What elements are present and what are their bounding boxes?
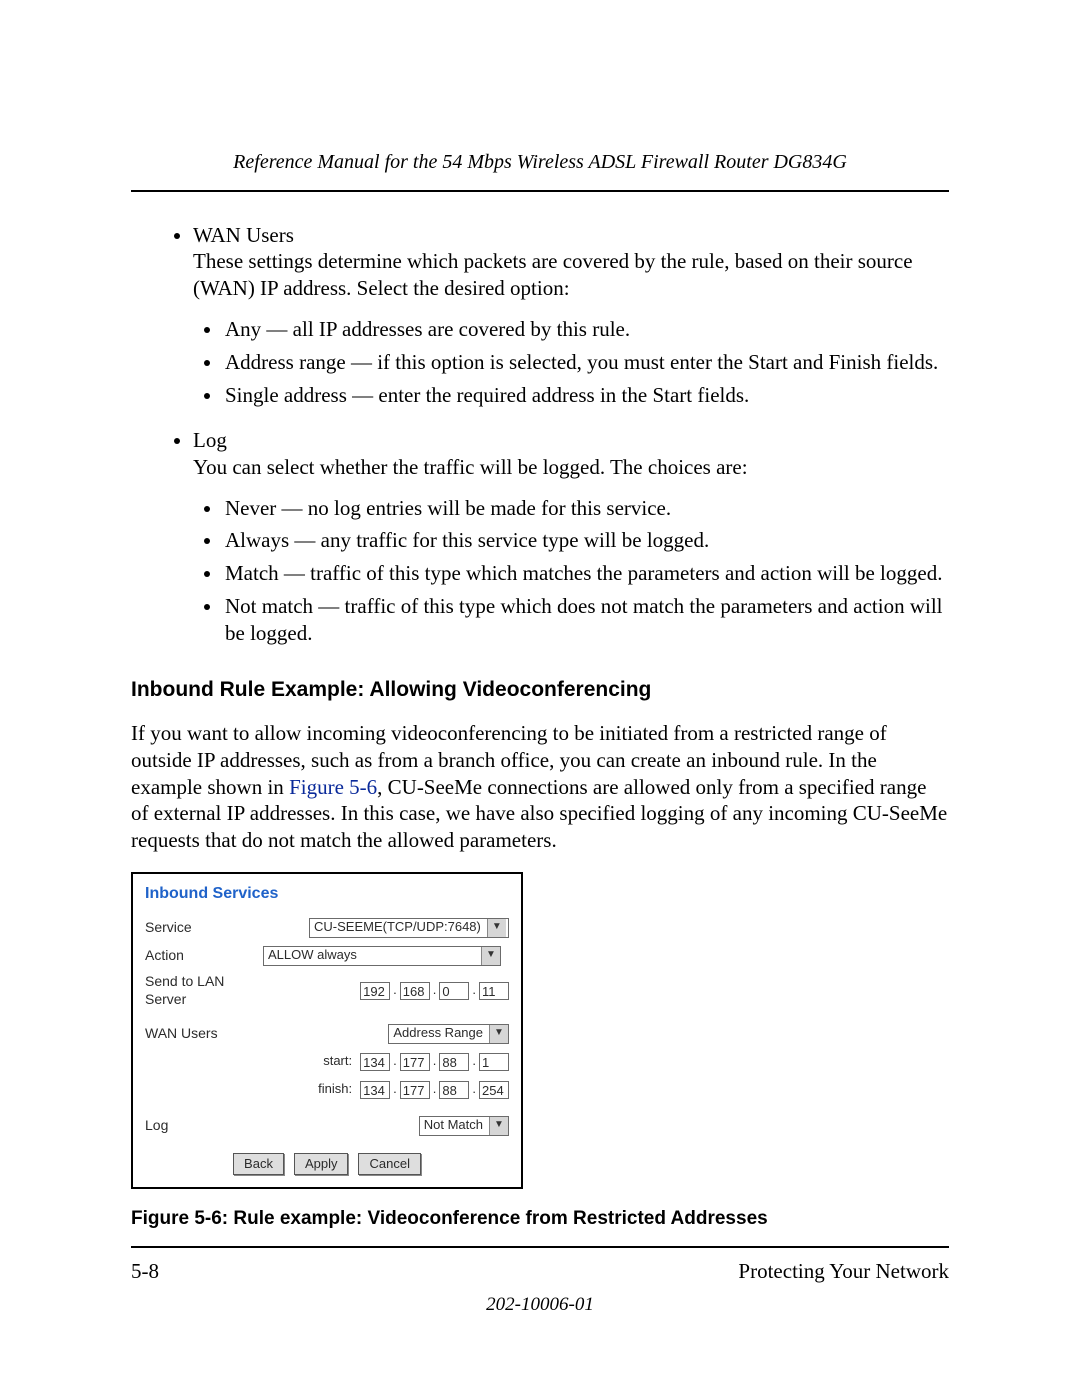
label-wan-users: WAN Users [145, 1025, 263, 1043]
bullet-log: Log You can select whether the traffic w… [193, 427, 949, 647]
page-number: 5-8 [131, 1258, 159, 1285]
dot: . [471, 982, 477, 999]
ip-octet-input[interactable]: 88 [439, 1081, 469, 1099]
ip-octet-input[interactable]: 177 [400, 1081, 430, 1099]
panel-title: Inbound Services [145, 884, 509, 904]
figure-caption: Figure 5-6: Rule example: Videoconferenc… [131, 1207, 949, 1231]
figure-crossref-link[interactable]: Figure 5-6 [289, 775, 377, 799]
select-value: CU-SEEME(TCP/UDP:7648) [310, 918, 487, 937]
inbound-services-panel: Inbound Services Service CU-SEEME(TCP/UD… [131, 872, 523, 1189]
bullet-wan-users: WAN Users These settings determine which… [193, 222, 949, 409]
row-ip-finish: finish: 134. 177. 88. 254 [145, 1079, 509, 1101]
dot: . [392, 982, 398, 999]
bullet-title: WAN Users [193, 222, 949, 249]
chevron-down-icon: ▼ [489, 1117, 508, 1135]
ip-octet-input[interactable]: 134 [360, 1053, 390, 1071]
chevron-down-icon: ▼ [481, 947, 500, 965]
row-wan-users: WAN Users Address Range ▼ [145, 1023, 509, 1045]
row-action: Action ALLOW always ▼ [145, 945, 509, 967]
bulleted-list: WAN Users These settings determine which… [131, 222, 949, 647]
label-finish: finish: [318, 1081, 352, 1098]
running-header: Reference Manual for the 54 Mbps Wireles… [131, 150, 949, 192]
dot: . [432, 1053, 438, 1070]
body-paragraph: If you want to allow incoming videoconfe… [131, 720, 949, 854]
bullet-desc: These settings determine which packets a… [193, 248, 949, 302]
dot: . [392, 1053, 398, 1070]
service-select[interactable]: CU-SEEME(TCP/UDP:7648) ▼ [309, 918, 509, 938]
ip-octet-input[interactable]: 11 [479, 982, 509, 1000]
dot: . [471, 1053, 477, 1070]
ip-octet-input[interactable]: 134 [360, 1081, 390, 1099]
row-log: Log Not Match ▼ [145, 1115, 509, 1137]
select-value: Not Match [420, 1116, 489, 1135]
ip-octet-input[interactable]: 254 [479, 1081, 509, 1099]
list-item: Address range — if this option is select… [223, 349, 949, 376]
button-row: Back Apply Cancel [145, 1153, 509, 1176]
finish-ip-input: 134. 177. 88. 254 [360, 1081, 509, 1099]
dot: . [432, 982, 438, 999]
ip-octet-input[interactable]: 168 [400, 982, 430, 1000]
log-select[interactable]: Not Match ▼ [419, 1116, 509, 1136]
dot: . [432, 1081, 438, 1098]
start-ip-input: 134. 177. 88. 1 [360, 1053, 509, 1071]
lan-ip-input: 192. 168. 0. 11 [360, 982, 509, 1000]
ip-octet-input[interactable]: 1 [479, 1053, 509, 1071]
list-item: Never — no log entries will be made for … [223, 495, 949, 522]
page-footer: 5-8 Protecting Your Network 202-10006-01 [131, 1246, 949, 1317]
wan-users-select[interactable]: Address Range ▼ [388, 1024, 509, 1044]
label-start: start: [323, 1053, 352, 1070]
list-item: Any — all IP addresses are covered by th… [223, 316, 949, 343]
label-action: Action [145, 947, 263, 965]
ip-octet-input[interactable]: 0 [439, 982, 469, 1000]
list-item: Single address — enter the required addr… [223, 382, 949, 409]
select-value: Address Range [389, 1024, 489, 1043]
wan-options-list: Any — all IP addresses are covered by th… [193, 316, 949, 409]
label-send-to-lan: Send to LAN Server [145, 973, 263, 1009]
row-ip-start: start: 134. 177. 88. 1 [145, 1051, 509, 1073]
label-service: Service [145, 919, 263, 937]
page: Reference Manual for the 54 Mbps Wireles… [0, 0, 1080, 1397]
list-item: Always — any traffic for this service ty… [223, 527, 949, 554]
list-item: Not match — traffic of this type which d… [223, 593, 949, 647]
dot: . [471, 1081, 477, 1098]
cancel-button[interactable]: Cancel [358, 1153, 420, 1176]
footer-section-title: Protecting Your Network [738, 1258, 949, 1285]
row-send-to-lan: Send to LAN Server 192. 168. 0. 11 [145, 973, 509, 1009]
label-log: Log [145, 1117, 263, 1135]
document-number: 202-10006-01 [131, 1293, 949, 1317]
bullet-desc: You can select whether the traffic will … [193, 454, 949, 481]
log-options-list: Never — no log entries will be made for … [193, 495, 949, 647]
footer-rule [131, 1246, 949, 1248]
row-service: Service CU-SEEME(TCP/UDP:7648) ▼ [145, 917, 509, 939]
ip-octet-input[interactable]: 88 [439, 1053, 469, 1071]
ip-octet-input[interactable]: 192 [360, 982, 390, 1000]
chevron-down-icon: ▼ [489, 1025, 508, 1043]
back-button[interactable]: Back [233, 1153, 284, 1176]
ip-octet-input[interactable]: 177 [400, 1053, 430, 1071]
apply-button[interactable]: Apply [294, 1153, 349, 1176]
chevron-down-icon: ▼ [487, 919, 506, 937]
section-heading: Inbound Rule Example: Allowing Videoconf… [131, 677, 949, 704]
list-item: Match — traffic of this type which match… [223, 560, 949, 587]
dot: . [392, 1081, 398, 1098]
action-select[interactable]: ALLOW always ▼ [263, 946, 501, 966]
bullet-title: Log [193, 427, 949, 454]
select-value: ALLOW always [264, 946, 481, 965]
